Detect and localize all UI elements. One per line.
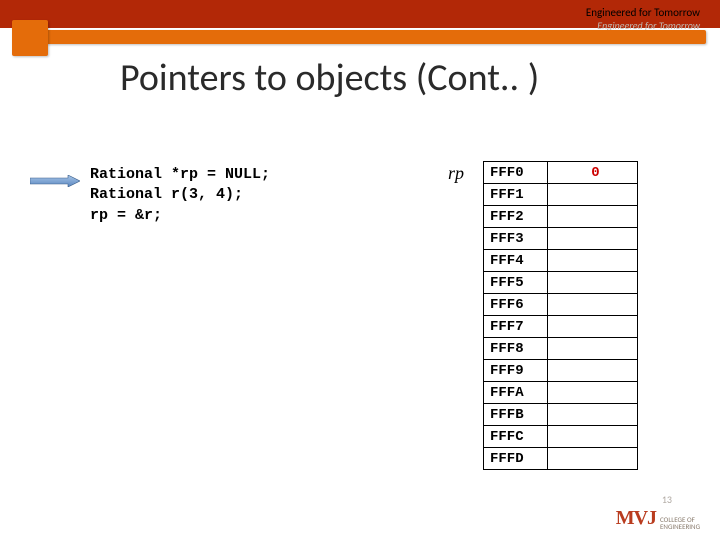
table-row: FFFD [484,448,638,470]
arrow-right-icon [30,175,80,187]
logo-mark: MVJ [616,507,656,530]
mem-addr: FFF6 [484,294,548,316]
mem-addr: FFF8 [484,338,548,360]
mem-val [548,448,638,470]
slide-number: 13 [662,493,672,506]
table-row: FFFB [484,404,638,426]
footer-logo: MVJ COLLEGE OF ENGINEERING [616,507,700,530]
mem-addr: FFFD [484,448,548,470]
mem-addr: FFFA [484,382,548,404]
accent-square [12,20,48,56]
code-line-1: Rational *rp = NULL; [90,166,270,183]
mem-addr: FFF9 [484,360,548,382]
mem-addr: FFF7 [484,316,548,338]
table-row: FFF5 [484,272,638,294]
mem-val [548,294,638,316]
mem-addr: FFFB [484,404,548,426]
mem-val [548,250,638,272]
table-row: FFFC [484,426,638,448]
accent-ribbon [30,30,706,44]
mem-val [548,228,638,250]
logo-text-2: ENGINEERING [660,522,700,531]
table-row: FFFA [484,382,638,404]
table-row: FFF1 [484,184,638,206]
mem-val: 0 [548,162,638,184]
table-row: FFF7 [484,316,638,338]
code-line-3: rp = &r; [90,207,162,224]
mem-addr: FFF1 [484,184,548,206]
mem-addr: FFF4 [484,250,548,272]
table-row: FFF4 [484,250,638,272]
table-row: FFF00 [484,162,638,184]
table-row: FFF3 [484,228,638,250]
mem-addr: FFF3 [484,228,548,250]
slide-title: Pointers to objects (Cont.. ) [120,55,539,101]
mem-val [548,272,638,294]
mem-addr: FFF2 [484,206,548,228]
mem-val [548,184,638,206]
table-row: FFF2 [484,206,638,228]
table-row: FFF9 [484,360,638,382]
mem-val [548,206,638,228]
mem-addr: FFFC [484,426,548,448]
mem-val [548,316,638,338]
mem-addr: FFF0 [484,162,548,184]
code-block: Rational *rp = NULL; Rational r(3, 4); r… [90,165,270,226]
mem-addr: FFF5 [484,272,548,294]
mem-val [548,404,638,426]
logo-text: COLLEGE OF ENGINEERING [660,516,700,530]
mem-val [548,360,638,382]
memory-table: FFF00 FFF1 FFF2 FFF3 FFF4 FFF5 FFF6 FFF7… [483,161,638,470]
table-row: FFF8 [484,338,638,360]
pointer-label: rp [448,163,464,184]
mem-val [548,338,638,360]
table-row: FFF6 [484,294,638,316]
mem-val [548,426,638,448]
code-line-2: Rational r(3, 4); [90,186,243,203]
tagline-top: Engineered for Tomorrow [586,6,700,19]
mem-val [548,382,638,404]
